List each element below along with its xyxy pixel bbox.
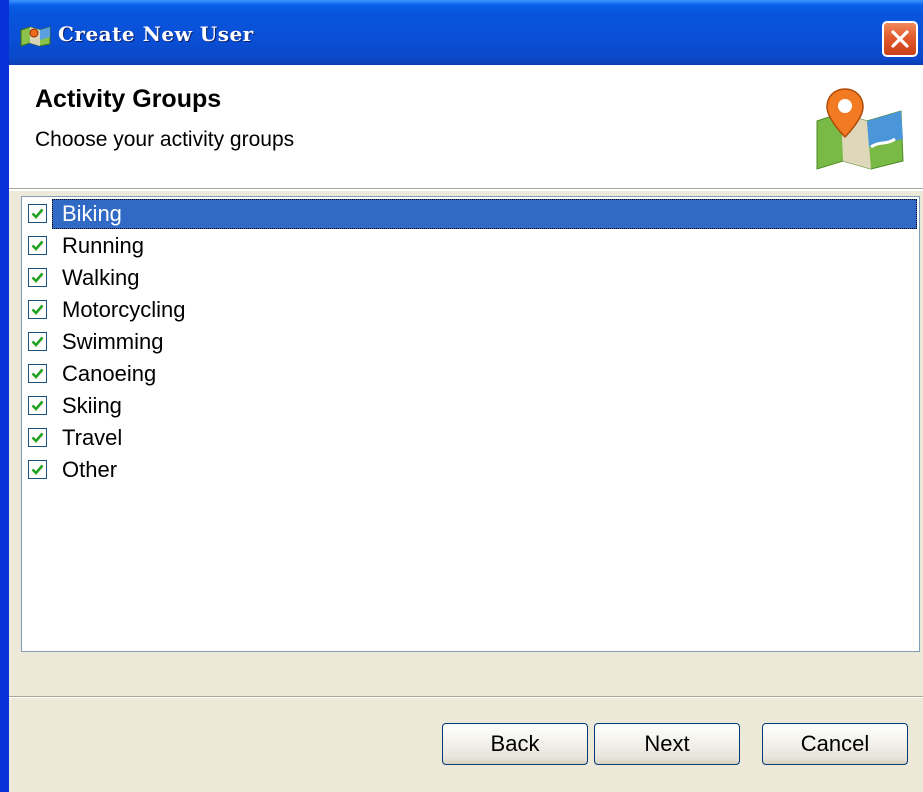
list-item[interactable]: Travel bbox=[24, 423, 917, 453]
next-button[interactable]: Next bbox=[594, 723, 740, 765]
map-pin-icon bbox=[809, 85, 909, 171]
wizard-header: Activity Groups Choose your activity gro… bbox=[9, 65, 923, 189]
activity-label: Motorcycling bbox=[62, 297, 186, 322]
close-button[interactable] bbox=[882, 21, 918, 57]
activity-checkbox[interactable] bbox=[28, 460, 47, 479]
list-item[interactable]: Canoeing bbox=[24, 359, 917, 389]
activity-checkbox[interactable] bbox=[28, 396, 47, 415]
back-button[interactable]: Back bbox=[442, 723, 588, 765]
activity-label: Canoeing bbox=[62, 361, 157, 386]
create-user-dialog: Create New User Activity Groups Choose y… bbox=[0, 0, 923, 792]
list-item[interactable]: Motorcycling bbox=[24, 295, 917, 325]
checkmark-icon bbox=[31, 464, 44, 475]
close-icon bbox=[891, 30, 909, 48]
checkmark-icon bbox=[31, 240, 44, 251]
activity-label: Running bbox=[62, 233, 144, 258]
activity-group-list[interactable]: Biking Running Walking Motorcycling Swim… bbox=[21, 196, 920, 652]
checkmark-icon bbox=[31, 432, 44, 443]
activity-label: Walking bbox=[62, 265, 140, 290]
header-divider bbox=[9, 189, 923, 191]
list-item[interactable]: Running bbox=[24, 231, 917, 261]
activity-checkbox[interactable] bbox=[28, 204, 47, 223]
cancel-button[interactable]: Cancel bbox=[762, 723, 908, 765]
list-item[interactable]: Walking bbox=[24, 263, 917, 293]
checkmark-icon bbox=[31, 272, 44, 283]
checkmark-icon bbox=[31, 304, 44, 315]
activity-checkbox[interactable] bbox=[28, 236, 47, 255]
list-item[interactable]: Skiing bbox=[24, 391, 917, 421]
list-item[interactable]: Swimming bbox=[24, 327, 917, 357]
page-title: Activity Groups bbox=[35, 85, 222, 113]
title-bar[interactable]: Create New User bbox=[9, 0, 923, 65]
activity-checkbox[interactable] bbox=[28, 300, 47, 319]
page-subtitle: Choose your activity groups bbox=[35, 128, 295, 151]
checkmark-icon bbox=[31, 336, 44, 347]
checkmark-icon bbox=[31, 368, 44, 379]
checkmark-icon bbox=[31, 400, 44, 411]
activity-label: Other bbox=[62, 457, 118, 482]
activity-checkbox[interactable] bbox=[28, 332, 47, 351]
activity-label: Biking bbox=[52, 199, 917, 229]
activity-checkbox[interactable] bbox=[28, 364, 47, 383]
map-app-icon bbox=[20, 25, 52, 47]
activity-label: Travel bbox=[62, 425, 123, 450]
window-title: Create New User bbox=[58, 22, 254, 46]
list-item[interactable]: Other bbox=[24, 455, 917, 485]
button-area-separator bbox=[9, 696, 923, 698]
checkmark-icon bbox=[31, 208, 44, 219]
activity-label: Swimming bbox=[62, 329, 164, 354]
activity-checkbox[interactable] bbox=[28, 428, 47, 447]
list-item[interactable]: Biking bbox=[24, 199, 917, 229]
activity-label: Skiing bbox=[62, 393, 122, 418]
activity-checkbox[interactable] bbox=[28, 268, 47, 287]
